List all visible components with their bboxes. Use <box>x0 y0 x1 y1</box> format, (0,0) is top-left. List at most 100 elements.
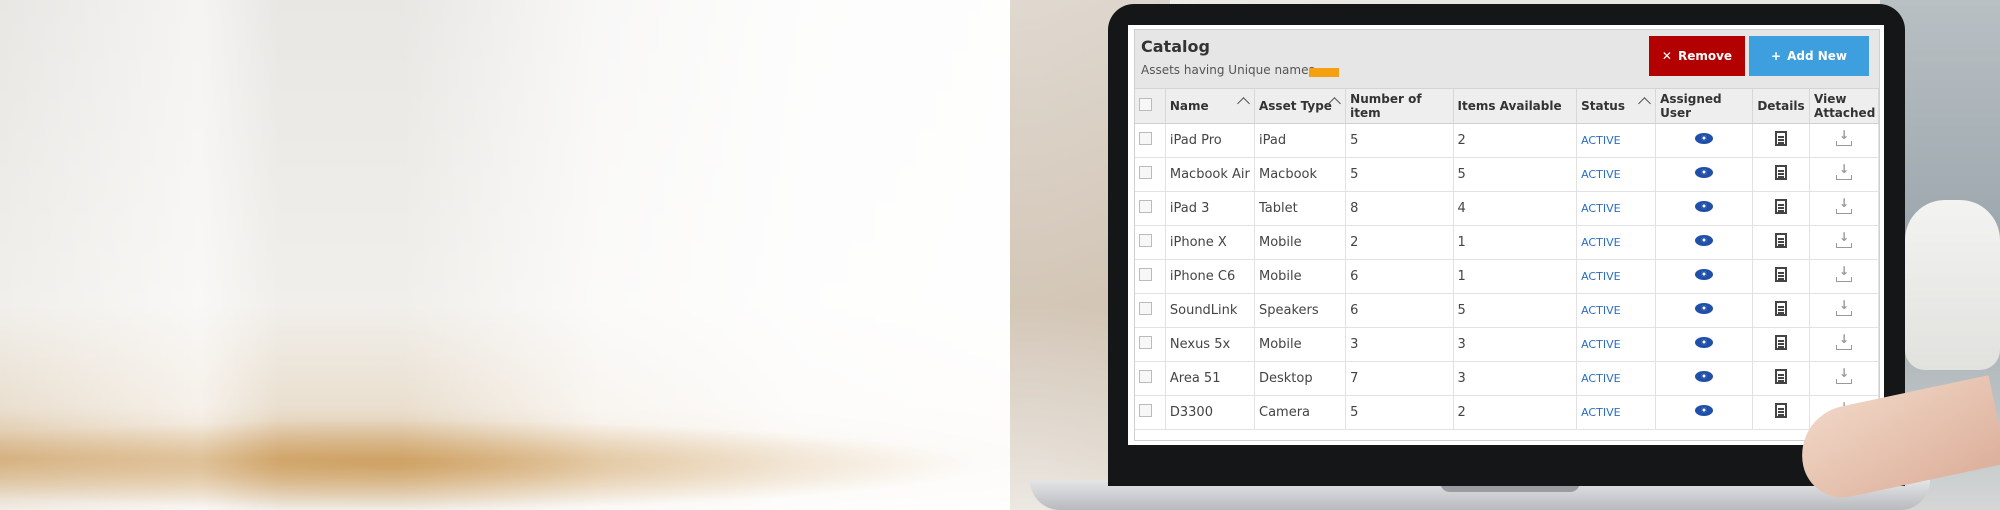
download-icon[interactable] <box>1836 196 1853 214</box>
column-header-name[interactable]: Name <box>1165 89 1256 124</box>
document-icon[interactable] <box>1775 301 1788 316</box>
status-badge: ACTIVE <box>1581 168 1621 181</box>
column-header-assigned-user: Assigned User <box>1655 89 1754 124</box>
document-icon[interactable] <box>1775 165 1788 180</box>
cell-number-of-item: 6 <box>1345 293 1454 328</box>
cell-status: ACTIVE <box>1576 157 1657 192</box>
laptop-screen: Catalog Assets having Unique names ✕ Rem… <box>1128 25 1884 445</box>
cell-assigned-user <box>1655 123 1754 158</box>
eye-icon[interactable] <box>1695 167 1714 178</box>
cell-assigned-user <box>1655 361 1754 396</box>
row-checkbox[interactable] <box>1139 166 1152 179</box>
table-header-row: Name Asset Type Number of item Items Ava… <box>1135 89 1879 124</box>
column-header-status[interactable]: Status <box>1576 89 1657 124</box>
eye-icon[interactable] <box>1695 337 1714 348</box>
document-icon[interactable] <box>1775 369 1788 384</box>
status-badge: ACTIVE <box>1581 406 1621 419</box>
cell-asset-type: iPad <box>1254 123 1347 158</box>
row-checkbox[interactable] <box>1139 132 1152 145</box>
cell-asset-type: Mobile <box>1254 259 1347 294</box>
download-icon[interactable] <box>1836 298 1853 316</box>
eye-icon[interactable] <box>1695 371 1714 382</box>
sort-asc-icon[interactable] <box>1638 97 1651 110</box>
cell-details <box>1752 259 1811 294</box>
table-row: iPad Pro iPad 5 2 ACTIVE <box>1135 123 1879 158</box>
cell-name: Macbook Air <box>1165 157 1256 192</box>
table-row: Area 51 Desktop 7 3 ACTIVE <box>1135 361 1879 396</box>
row-checkbox[interactable] <box>1139 268 1152 281</box>
column-label: Asset Type <box>1259 99 1332 113</box>
select-all-checkbox[interactable] <box>1139 98 1152 111</box>
cell-assigned-user <box>1655 259 1754 294</box>
column-label: View Attached <box>1814 92 1876 120</box>
table-row: iPhone X Mobile 2 1 ACTIVE <box>1135 225 1879 260</box>
remove-button[interactable]: ✕ Remove <box>1649 36 1745 76</box>
cell-status: ACTIVE <box>1576 361 1657 396</box>
eye-icon[interactable] <box>1695 235 1714 246</box>
document-icon[interactable] <box>1775 335 1788 350</box>
cell-number-of-item: 7 <box>1345 361 1454 396</box>
add-new-button[interactable]: + Add New <box>1749 36 1869 76</box>
cell-details <box>1752 327 1811 362</box>
cell-number-of-item: 6 <box>1345 259 1454 294</box>
cell-details <box>1752 157 1811 192</box>
row-select-cell <box>1135 123 1166 158</box>
background-blur <box>0 420 980 510</box>
row-checkbox[interactable] <box>1139 336 1152 349</box>
cell-asset-type: Camera <box>1254 395 1347 430</box>
document-icon[interactable] <box>1775 267 1788 282</box>
cell-name: Area 51 <box>1165 361 1256 396</box>
cell-details <box>1752 395 1811 430</box>
plus-icon: + <box>1771 49 1782 63</box>
row-checkbox[interactable] <box>1139 370 1152 383</box>
cell-status: ACTIVE <box>1576 191 1657 226</box>
document-icon[interactable] <box>1775 403 1788 418</box>
download-icon[interactable] <box>1836 230 1853 248</box>
download-icon[interactable] <box>1836 162 1853 180</box>
eye-icon[interactable] <box>1695 201 1714 212</box>
eye-icon[interactable] <box>1695 269 1714 280</box>
teapot-image <box>1905 200 2000 370</box>
subtitle-accent-bar <box>1309 68 1339 77</box>
eye-icon[interactable] <box>1695 405 1714 416</box>
row-select-cell <box>1135 157 1166 192</box>
status-badge: ACTIVE <box>1581 202 1621 215</box>
status-badge: ACTIVE <box>1581 372 1621 385</box>
download-icon[interactable] <box>1836 264 1853 282</box>
catalog-header: Catalog Assets having Unique names ✕ Rem… <box>1135 30 1879 89</box>
row-select-cell <box>1135 395 1166 430</box>
cell-status: ACTIVE <box>1576 395 1657 430</box>
column-header-asset-type[interactable]: Asset Type <box>1254 89 1347 124</box>
column-header-items-available: Items Available <box>1453 89 1578 124</box>
row-select-cell <box>1135 293 1166 328</box>
column-label: Status <box>1581 99 1625 113</box>
row-checkbox[interactable] <box>1139 234 1152 247</box>
table-row: SoundLink Speakers 6 5 ACTIVE <box>1135 293 1879 328</box>
cell-items-available: 4 <box>1453 191 1578 226</box>
column-label: Assigned User <box>1660 92 1722 120</box>
sort-asc-icon[interactable] <box>1237 97 1250 110</box>
cell-name: Nexus 5x <box>1165 327 1256 362</box>
document-icon[interactable] <box>1775 233 1788 248</box>
cell-name: iPhone C6 <box>1165 259 1256 294</box>
eye-icon[interactable] <box>1695 133 1714 144</box>
row-checkbox[interactable] <box>1139 200 1152 213</box>
cell-name: SoundLink <box>1165 293 1256 328</box>
document-icon[interactable] <box>1775 199 1788 214</box>
download-icon[interactable] <box>1836 128 1853 146</box>
column-label: Name <box>1169 99 1209 113</box>
row-checkbox[interactable] <box>1139 404 1152 417</box>
page-title: Catalog <box>1141 37 1210 56</box>
cell-assigned-user <box>1655 157 1754 192</box>
download-icon[interactable] <box>1836 366 1853 384</box>
table-row: iPhone C6 Mobile 6 1 ACTIVE <box>1135 259 1879 294</box>
cell-view-attached <box>1809 191 1879 226</box>
row-checkbox[interactable] <box>1139 302 1152 315</box>
document-icon[interactable] <box>1775 131 1788 146</box>
cell-view-attached <box>1809 361 1879 396</box>
cell-items-available: 5 <box>1453 293 1578 328</box>
download-icon[interactable] <box>1836 332 1853 350</box>
eye-icon[interactable] <box>1695 303 1714 314</box>
row-select-cell <box>1135 191 1166 226</box>
cell-assigned-user <box>1655 225 1754 260</box>
